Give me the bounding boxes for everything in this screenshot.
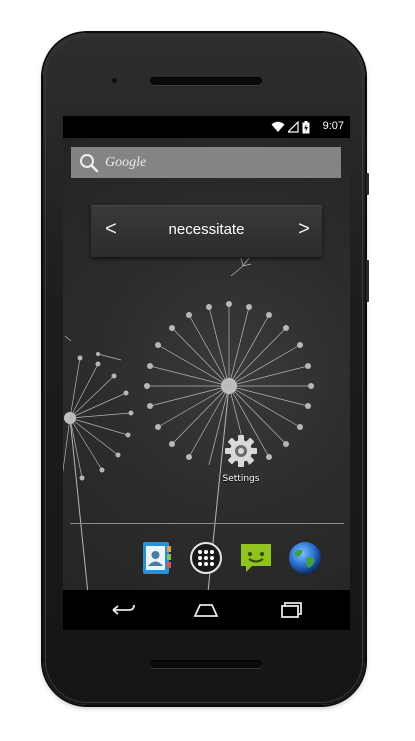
home-icon[interactable] (192, 600, 220, 620)
settings-label: Settings (222, 474, 260, 484)
word-text[interactable]: necessitate (91, 221, 322, 238)
bottom-speaker (150, 660, 262, 668)
signal-icon (288, 121, 299, 133)
settings-shortcut[interactable]: Settings (215, 434, 267, 484)
status-icons (271, 120, 310, 134)
dock-divider (70, 523, 344, 524)
battery-charging-icon (302, 120, 310, 133)
app-drawer-icon[interactable] (188, 540, 224, 576)
front-camera (112, 78, 117, 83)
search-label: Google (105, 154, 147, 170)
back-icon[interactable] (109, 600, 137, 620)
google-search-bar[interactable]: Google (71, 147, 341, 178)
top-speaker (150, 77, 262, 85)
contacts-icon[interactable] (139, 540, 175, 576)
dock (63, 536, 350, 586)
power-button[interactable] (366, 173, 369, 195)
next-word-button[interactable]: > (292, 218, 316, 241)
browser-globe-icon[interactable] (287, 540, 323, 576)
settings-gear-icon (225, 435, 257, 467)
phone-frame: 9:07 Google < necessitate > Settings (43, 33, 369, 705)
messaging-icon[interactable] (238, 540, 274, 576)
recents-icon[interactable] (277, 600, 305, 620)
word-of-the-day-widget: < necessitate > (91, 205, 322, 257)
navigation-bar (63, 590, 350, 630)
search-icon (80, 153, 99, 172)
wifi-icon (271, 121, 285, 132)
home-screen: 9:07 Google < necessitate > Settings (63, 116, 350, 630)
status-bar: 9:07 (63, 116, 350, 138)
volume-button[interactable] (366, 260, 369, 302)
status-time: 9:07 (322, 120, 344, 132)
